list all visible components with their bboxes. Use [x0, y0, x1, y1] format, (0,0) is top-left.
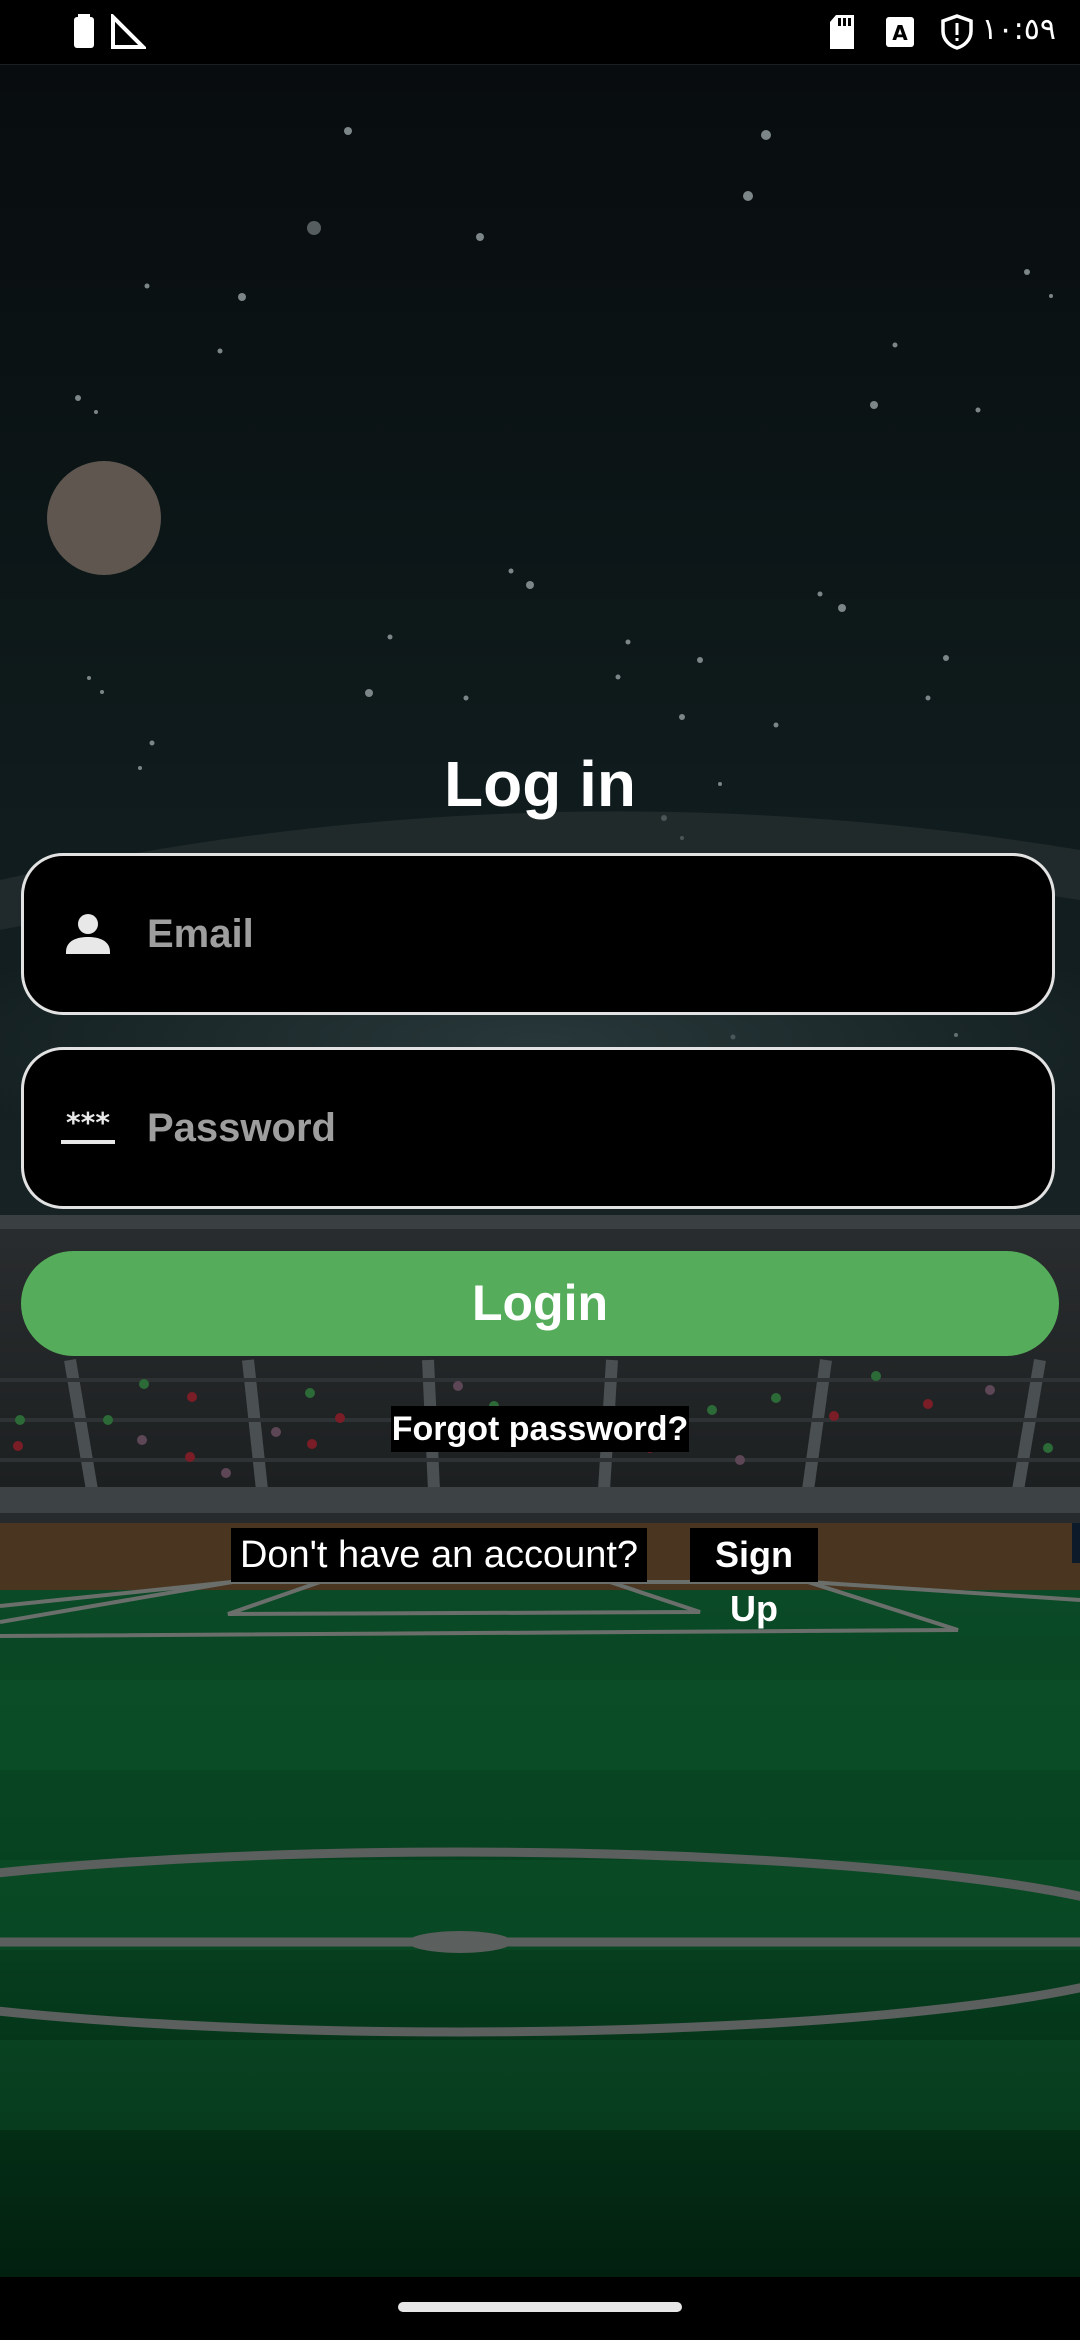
sign-up-link[interactable]: Sign Up	[690, 1528, 818, 1629]
forgot-password-link[interactable]: Forgot password?	[390, 1406, 690, 1452]
signal-icon	[111, 14, 146, 49]
password-field[interactable]: ***	[21, 1047, 1055, 1209]
svg-text:A: A	[892, 21, 908, 45]
svg-text:***: ***	[66, 1106, 110, 1139]
no-account-text: Don't have an account?	[231, 1528, 647, 1582]
email-input[interactable]	[147, 856, 1027, 1012]
page-title: Log in	[444, 748, 636, 820]
login-screen: A ١٠:٥٩ Log in Email *** Login Forgot pa…	[0, 0, 1080, 2340]
moon	[47, 461, 161, 575]
home-gesture-handle[interactable]	[398, 2302, 682, 2312]
password-asterisks-icon: ***	[61, 1106, 115, 1144]
shield-icon	[941, 14, 973, 50]
forgot-password-row: Forgot password?	[0, 1406, 1080, 1452]
signup-row: Don't have an account? Sign Up	[0, 1528, 1080, 1629]
keyboard-a-icon: A	[886, 17, 914, 47]
status-bar: A ١٠:٥٩	[0, 0, 1080, 65]
email-field[interactable]	[21, 853, 1055, 1015]
status-time: ١٠:٥٩	[981, 12, 1056, 47]
password-input[interactable]	[147, 1050, 1027, 1206]
person-icon	[66, 914, 110, 954]
sd-card-icon	[830, 15, 854, 49]
login-button[interactable]: Login	[21, 1251, 1059, 1356]
battery-icon	[74, 14, 94, 48]
